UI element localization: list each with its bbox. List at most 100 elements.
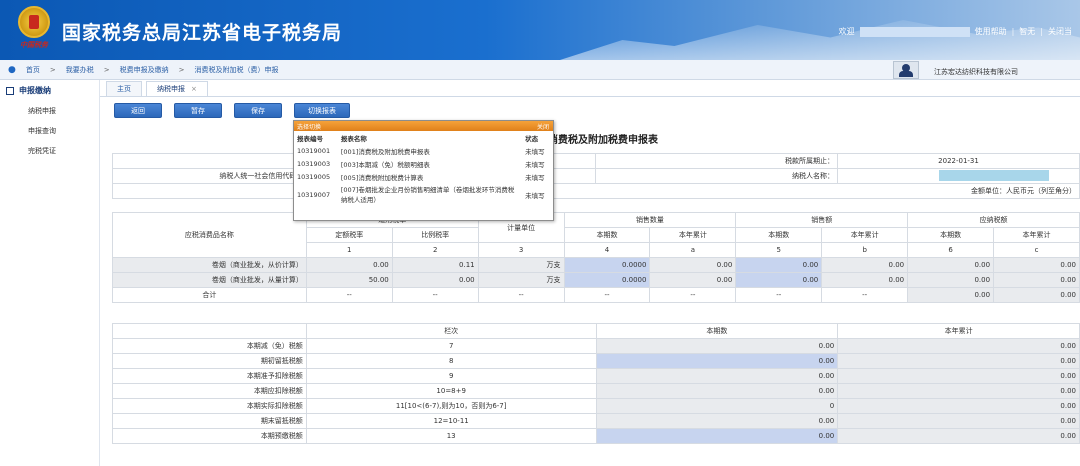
form-status: 未填写 — [525, 173, 545, 182]
message-link[interactable]: 智无 — [1019, 26, 1035, 37]
sidebar: 申报缴纳 纳税申报 申报查询 完税凭证 — [0, 80, 100, 466]
period-end-label: 税款所属期止： — [595, 153, 839, 169]
col-quota-header: 定额税率 — [305, 227, 393, 243]
col-cur-header: 本期数 — [595, 323, 839, 339]
table-row: 本期实际扣除税额 11[10<(6-7),则为10，否则为6-7] 0 0.00 — [112, 398, 1080, 414]
tab-home[interactable]: 主页 — [106, 81, 142, 96]
draft-button[interactable]: 暂存 — [174, 103, 222, 118]
currency-unit-label: 金额单位：人民币元（列至角分） — [112, 183, 1080, 199]
form-name[interactable]: [001]消费税及附加税费申报表 — [338, 144, 522, 157]
user-links: 欢迎 使用帮助 | 智无 | 关闭当 — [838, 26, 1072, 37]
form-code: 10319007 — [297, 191, 331, 199]
col-tax-cum-header: 本年累计 — [993, 227, 1080, 243]
switch-form-button[interactable]: 切换报表 — [294, 103, 350, 118]
popup-header: 选择切换 关闭 — [294, 121, 553, 131]
tab-tax-declaration[interactable]: 纳税申报 × — [146, 81, 208, 96]
list-item[interactable]: 10319003 [003]本期减（免）税额明细表 未填写 — [294, 157, 553, 170]
col-amt-header: 销售额 — [735, 212, 909, 228]
row-code: 12=10-11 — [305, 413, 597, 429]
row-code: 9 — [305, 368, 597, 384]
form-name[interactable]: [007]卷烟批发企业月份销售明细清单（卷烟批发环节消费税纳税人适用） — [338, 183, 522, 207]
cur-cell: 0.00 — [595, 338, 839, 354]
back-button[interactable]: 返回 — [114, 103, 162, 118]
cum-cell: 0.00 — [837, 428, 1080, 444]
form-title: 消费税及附加税费申报表 — [548, 135, 658, 146]
list-item[interactable]: 10319001 [001]消费税及附加税费申报表 未填写 — [294, 144, 553, 157]
qty-input[interactable]: 0.0000 — [563, 272, 651, 288]
form-status: 未填写 — [525, 192, 545, 200]
avatar[interactable] — [893, 61, 919, 79]
row-item-name: 卷烟（商业批发，从量计算） — [112, 272, 307, 288]
breadcrumb-current[interactable]: 消费税及附加税（费）申报 — [194, 65, 278, 75]
sidebar-item-tax-declaration[interactable]: 纳税申报 — [0, 101, 99, 121]
amt-cum-cell: -- — [821, 287, 909, 303]
row-code: 8 — [305, 353, 597, 369]
row-label: 本期预缴税额 — [112, 428, 307, 444]
form-code: 10319001 — [297, 146, 331, 155]
sidebar-item-tax-certificate[interactable]: 完税凭证 — [0, 141, 99, 161]
table-row: 卷烟（商业批发，从量计算） 50.00 0.00 万支 0.0000 0.00 … — [112, 272, 1080, 288]
unit-cell: -- — [477, 287, 565, 303]
col-tax-header: 应纳税额 — [907, 212, 1080, 228]
table-row: 期初留抵税额 8 0.00 0.00 — [112, 353, 1080, 369]
ratio-rate-cell: 0.11 — [391, 257, 479, 273]
breadcrumb-declare-pay[interactable]: 税费申报及缴纳 — [120, 65, 169, 75]
form-status: 未填写 — [525, 147, 545, 156]
popup-close-button[interactable]: 关闭 — [537, 122, 549, 131]
menu-grid-icon — [6, 86, 14, 95]
help-link[interactable]: 使用帮助 — [975, 26, 1007, 37]
cum-cell: 0.00 — [837, 338, 1080, 354]
tax-emblem-logo: 中国税务 — [12, 6, 56, 50]
qty-cum-cell: 0.00 — [649, 257, 737, 273]
amt-cum-cell: 0.00 — [821, 257, 909, 273]
ratio-rate-cell: 0.00 — [391, 272, 479, 288]
col-index: a — [649, 242, 737, 258]
row-label: 期末留抵税额 — [112, 413, 307, 429]
col-index: 3 — [477, 242, 565, 258]
qty-input[interactable]: 0.0000 — [563, 257, 651, 273]
table-row: 本期应扣除税额 10=8+9 0.00 0.00 — [112, 383, 1080, 399]
col-name-header: 报表名称 — [340, 134, 367, 143]
tab-close-icon[interactable]: × — [191, 85, 197, 93]
site-title: 国家税务总局江苏省电子税务局 — [62, 22, 343, 44]
form-name[interactable]: [003]本期减（免）税额明细表 — [338, 157, 522, 170]
breadcrumb-tax-handling[interactable]: 我要办税 — [66, 65, 94, 75]
switch-form-popup: 选择切换 关闭 报表编号 报表名称 状态 10319001 [001]消费税及附… — [293, 120, 554, 221]
close-link[interactable]: 关闭当 — [1048, 26, 1072, 37]
row-label: 本期准予扣除税额 — [112, 368, 307, 384]
col-amt-cur-header: 本期数 — [735, 227, 823, 243]
breadcrumb-home[interactable]: 首页 — [26, 65, 40, 75]
col-cum-header: 本年累计 — [837, 323, 1080, 339]
col-amt-cum-header: 本年累计 — [821, 227, 909, 243]
company-name: 江苏宏达纺织科技有限公司 — [934, 68, 1018, 76]
tax-cur-cell: 0.00 — [907, 257, 995, 273]
col-qty-header: 销售数量 — [563, 212, 737, 228]
cur-input[interactable]: 0.00 — [595, 353, 839, 369]
col-tax-cur-header: 本期数 — [907, 227, 995, 243]
table-row: 期末留抵税额 12=10-11 0.00 0.00 — [112, 413, 1080, 429]
row-label: 本期应扣除税额 — [112, 383, 307, 399]
toolbar: 返回 暂存 保存 切换报表 — [114, 103, 350, 118]
amt-input[interactable]: 0.00 — [735, 272, 823, 288]
form-name[interactable]: [005]消费税附加税费计算表 — [338, 170, 522, 183]
row-label: 本期减（免）税额 — [112, 338, 307, 354]
cur-input[interactable]: 0.00 — [595, 428, 839, 444]
qty-cum-cell: -- — [649, 287, 737, 303]
form-status: 未填写 — [525, 160, 545, 169]
sub-empty-header — [112, 323, 307, 339]
cur-cell: 0 — [595, 398, 839, 414]
sidebar-item-declaration-query[interactable]: 申报查询 — [0, 121, 99, 141]
unit-cell: 万支 — [477, 257, 565, 273]
row-code: 13 — [305, 428, 597, 444]
col-index: 4 — [563, 242, 651, 258]
list-item[interactable]: 10319005 [005]消费税附加税费计算表 未填写 — [294, 170, 553, 183]
amt-input[interactable]: 0.00 — [735, 257, 823, 273]
table-row-total: 合计 -- -- -- -- -- -- -- 0.00 0.00 — [112, 287, 1080, 303]
sidebar-header[interactable]: 申报缴纳 — [0, 80, 99, 101]
tax-cur-cell: 0.00 — [907, 272, 995, 288]
cur-cell: 0.00 — [595, 413, 839, 429]
col-index: b — [821, 242, 909, 258]
save-button[interactable]: 保存 — [234, 103, 282, 118]
list-item[interactable]: 10319007 [007]卷烟批发企业月份销售明细清单（卷烟批发环节消费税纳税… — [294, 183, 553, 207]
row-label: 本期实际扣除税额 — [112, 398, 307, 414]
